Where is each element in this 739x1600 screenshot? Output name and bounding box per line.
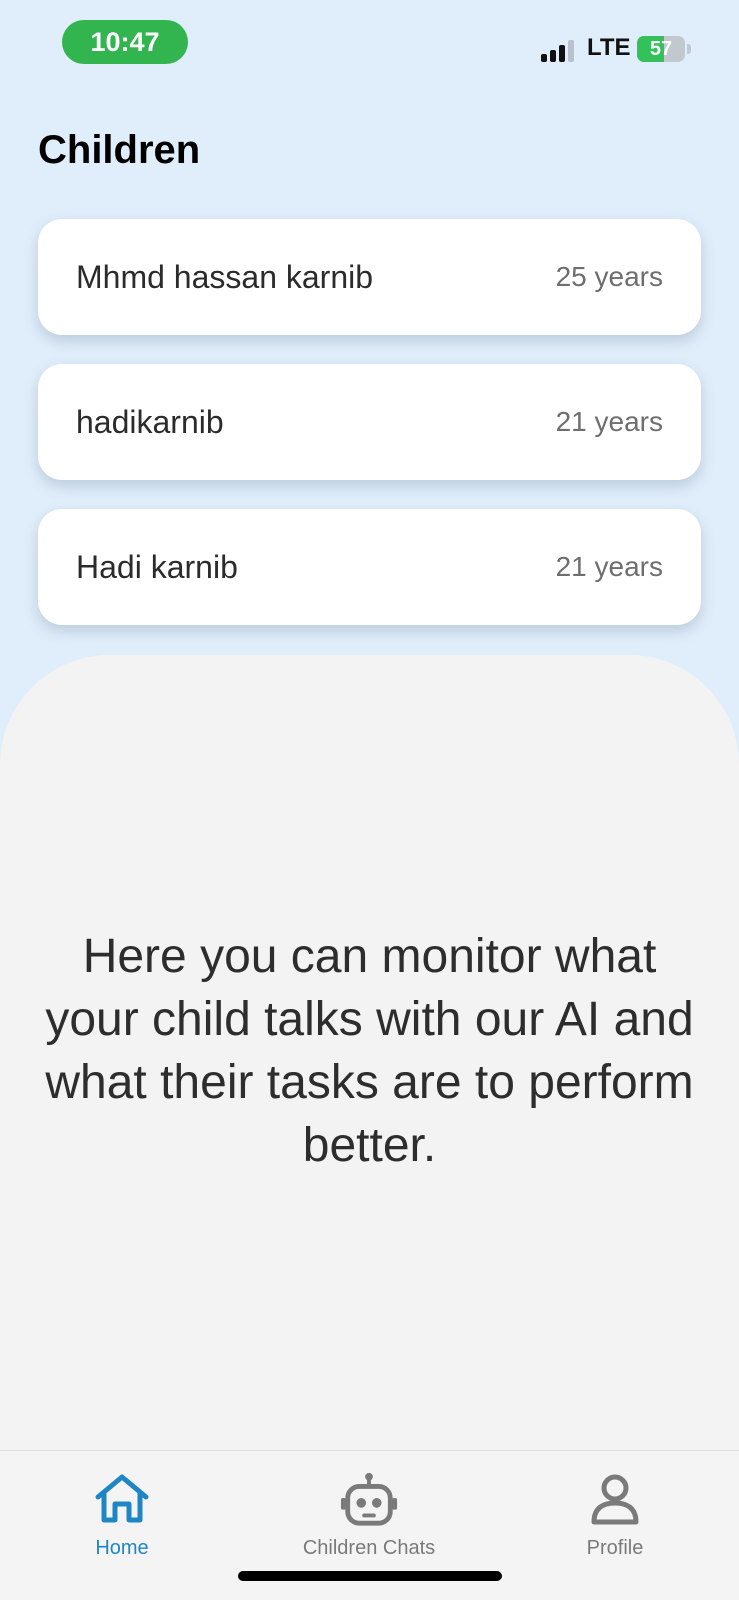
home-icon: [92, 1471, 152, 1527]
battery-cap: [687, 44, 691, 54]
page-title: Children: [38, 128, 201, 172]
status-bar: 10:47 LTE 57: [0, 0, 739, 90]
tab-home-label: Home: [95, 1537, 149, 1559]
tab-children-chats[interactable]: Children Chats: [269, 1471, 469, 1560]
tab-children-chats-label: Children Chats: [302, 1537, 436, 1559]
network-type: LTE: [587, 34, 631, 61]
child-card[interactable]: hadikarnib 21 years: [38, 364, 701, 480]
home-indicator[interactable]: [238, 1571, 502, 1581]
children-list: Mhmd hassan karnib 25 years hadikarnib 2…: [38, 219, 701, 654]
tab-profile[interactable]: Profile: [515, 1471, 715, 1560]
child-name: Mhmd hassan karnib: [76, 258, 374, 295]
child-name: Hadi karnib: [76, 548, 238, 585]
battery-percent: 57: [649, 37, 673, 60]
child-age: 21 years: [555, 551, 663, 582]
tab-profile-label: Profile: [586, 1537, 644, 1559]
child-age: 21 years: [555, 406, 663, 437]
status-time: 10:47: [62, 20, 188, 64]
info-panel: Here you can monitor what your child tal…: [0, 655, 739, 1450]
child-card[interactable]: Hadi karnib 21 years: [38, 509, 701, 625]
child-age: 25 years: [555, 261, 663, 292]
battery-icon: 57: [637, 36, 685, 62]
robot-icon: [339, 1471, 399, 1527]
info-text: Here you can monitor what your child tal…: [45, 930, 694, 1172]
child-card[interactable]: Mhmd hassan karnib 25 years: [38, 219, 701, 335]
user-icon: [585, 1471, 645, 1527]
child-name: hadikarnib: [76, 403, 224, 440]
tab-home[interactable]: Home: [22, 1471, 222, 1560]
signal-strength-icon: [541, 38, 577, 62]
